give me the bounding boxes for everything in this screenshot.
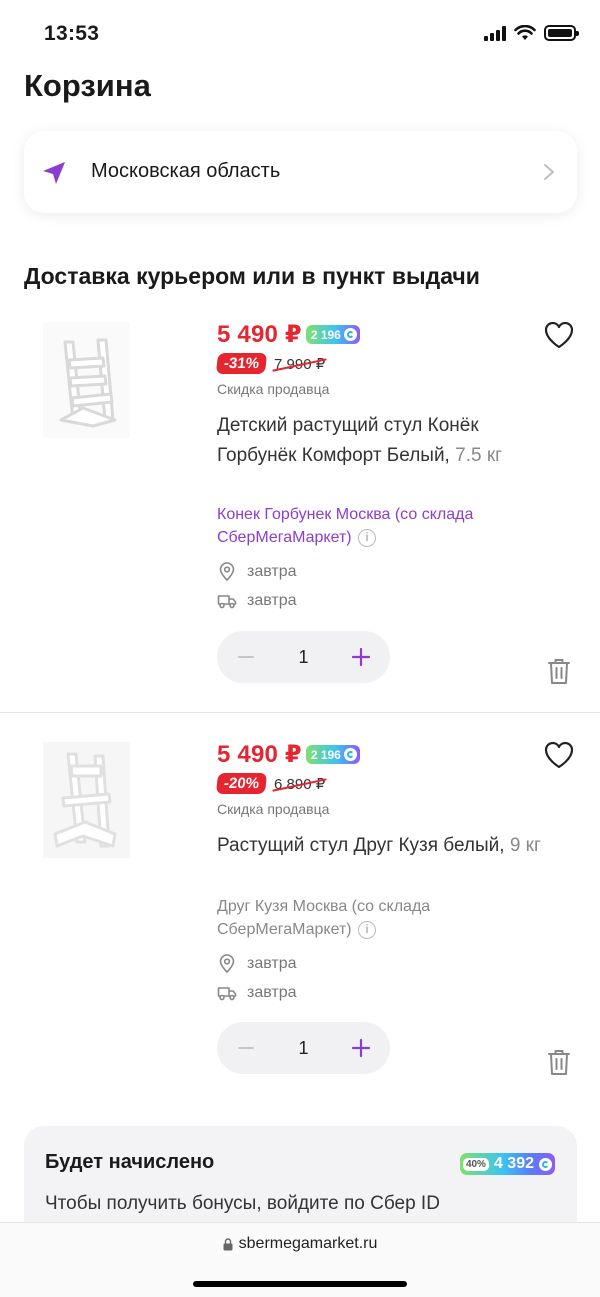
product-title: Детский растущий стул Конёк Горбунёк Ком… (217, 415, 479, 466)
price: 5 490 ₽ (217, 741, 302, 768)
bonus-badge: 2 196 (305, 745, 360, 764)
pickup-delivery: завтра (217, 954, 297, 974)
product-weight: 9 кг (509, 835, 541, 856)
discount-note: Скидка продавца (217, 381, 330, 397)
price-row: 5 490 ₽ 2 196 (217, 740, 360, 769)
bonus-title: Будет начислено (45, 1151, 215, 1173)
seller-name: Конек Горбунек Москва (со склада СберМег… (217, 506, 474, 546)
pickup-date: завтра (247, 563, 297, 580)
location-pin-icon (219, 954, 235, 974)
pickup-date: завтра (247, 955, 297, 972)
lock-icon (223, 1237, 233, 1250)
bonus-percent: 40% (462, 1157, 489, 1171)
minus-icon (238, 656, 254, 658)
chevron-right-icon (544, 164, 554, 180)
url-text: sbermegamarket.ru (238, 1235, 378, 1252)
decrement-button[interactable] (235, 646, 257, 668)
bonus-amount: 2 196 (310, 327, 341, 342)
discount-row: -31% 7 990 ₽ (215, 353, 326, 374)
page-title: Корзина (24, 68, 151, 103)
cart-item: 5 490 ₽ 2 196 -31% 7 990 ₽ Скидка продав… (0, 318, 600, 713)
quantity-value: 1 (298, 1037, 309, 1058)
location-arrow-icon (43, 162, 65, 184)
bonus-coin-icon (343, 328, 357, 341)
product-name[interactable]: Детский растущий стул Конёк Горбунёк Ком… (217, 411, 547, 471)
status-time: 13:53 (44, 22, 100, 45)
seller-link[interactable]: Конек Горбунек Москва (со склада СберМег… (217, 503, 547, 549)
price-row: 5 490 ₽ 2 196 (217, 320, 360, 349)
pickup-delivery: завтра (217, 562, 297, 582)
region-label: Московская область (91, 160, 281, 182)
trash-icon[interactable] (547, 657, 571, 685)
bonus-coin-icon (343, 748, 357, 761)
courier-delivery: завтра (217, 591, 297, 611)
decrement-button[interactable] (235, 1037, 257, 1059)
total-bonus-badge: 40% 4 392 (459, 1153, 555, 1175)
browser-bar: sbermegamarket.ru (0, 1222, 600, 1297)
trash-icon[interactable] (547, 1048, 571, 1076)
region-selector[interactable]: Московская область (24, 131, 577, 213)
status-icons (484, 25, 579, 41)
section-title: Доставка курьером или в пункт выдачи (24, 263, 480, 289)
courier-date: завтра (247, 592, 297, 609)
quantity-stepper: 1 (217, 1022, 390, 1074)
bonus-summary-card: Будет начислено 40% 4 392 Чтобы получить… (24, 1126, 577, 1236)
product-name[interactable]: Растущий стул Друг Кузя белый, 9 кг (217, 831, 547, 861)
quantity-stepper: 1 (217, 631, 390, 683)
quantity-value: 1 (298, 646, 309, 667)
bonus-total: 4 392 (493, 1155, 534, 1172)
product-weight: 7.5 кг (455, 445, 503, 466)
battery-icon (544, 25, 579, 41)
divider (0, 712, 600, 713)
info-icon[interactable]: i (358, 528, 377, 547)
old-price: 7 990 ₽ (274, 355, 326, 373)
location-pin-icon (219, 562, 235, 582)
cart-item: 5 490 ₽ 2 196 -20% 6 890 ₽ Скидка продав… (0, 738, 600, 1108)
signal-icon (484, 25, 506, 41)
product-image[interactable] (43, 322, 130, 438)
product-image[interactable] (43, 742, 130, 858)
plus-icon (351, 1038, 371, 1058)
price: 5 490 ₽ (217, 321, 302, 348)
info-icon[interactable]: i (358, 920, 377, 939)
bonus-amount: 2 196 (310, 747, 341, 762)
increment-button[interactable] (350, 646, 372, 668)
delivery-truck-icon (217, 987, 237, 1001)
wifi-icon (514, 25, 536, 40)
courier-delivery: завтра (217, 983, 297, 1003)
url-bar[interactable]: sbermegamarket.ru (0, 1235, 600, 1253)
seller-name: Друг Кузя Москва (со склада СберМегаМарк… (217, 898, 431, 938)
bonus-coin-icon (539, 1157, 552, 1171)
discount-row: -20% 6 890 ₽ (215, 773, 326, 794)
minus-icon (238, 1047, 254, 1049)
bonus-login-hint: Чтобы получить бонусы, войдите по Сбер I… (45, 1193, 440, 1214)
increment-button[interactable] (350, 1037, 372, 1059)
favorite-heart-icon[interactable] (543, 320, 575, 350)
product-title: Растущий стул Друг Кузя белый, (217, 835, 505, 856)
courier-date: завтра (247, 984, 297, 1001)
old-price: 6 890 ₽ (274, 775, 326, 793)
seller-link[interactable]: Друг Кузя Москва (со склада СберМегаМарк… (217, 895, 547, 941)
home-indicator[interactable] (193, 1281, 407, 1287)
favorite-heart-icon[interactable] (543, 740, 575, 770)
plus-icon (351, 647, 371, 667)
discount-badge: -20% (215, 773, 268, 794)
discount-note: Скидка продавца (217, 801, 330, 817)
bonus-badge: 2 196 (305, 325, 360, 344)
status-bar: 13:53 (0, 0, 600, 70)
discount-badge: -31% (215, 353, 268, 374)
delivery-truck-icon (217, 595, 237, 609)
